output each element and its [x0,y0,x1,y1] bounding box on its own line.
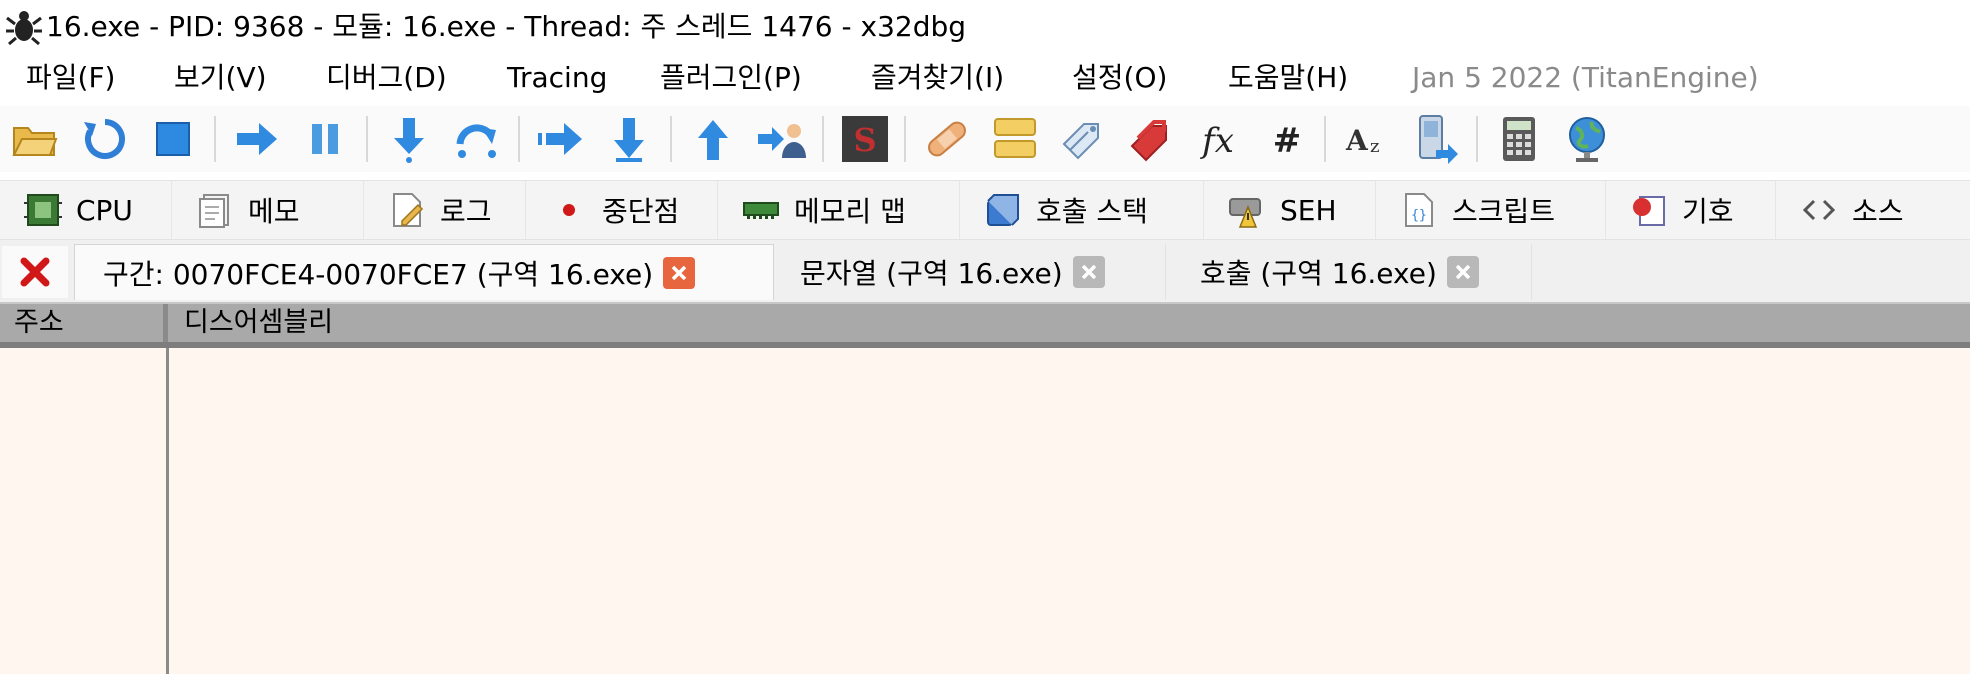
tab-log[interactable]: 로그 [364,181,526,239]
tab-symbols[interactable]: 기호 [1606,181,1776,239]
strings-icon[interactable]: A z [1342,114,1392,164]
execute-till-return-icon[interactable] [688,114,738,164]
tab-label: 호출 (구역 16.exe) [1200,257,1437,290]
globe-icon[interactable] [1562,114,1612,164]
seh-icon [1229,198,1261,228]
menu-plugins[interactable]: 플러그인(P) [660,58,802,98]
log-icon [393,193,424,227]
call-stack-icon [987,194,1019,226]
tab-label: 문자열 (구역 16.exe) [800,257,1063,290]
build-info: Jan 5 2022 (TitanEngine) [1412,61,1759,94]
menu-favourites[interactable]: 즐겨찾기(I) [871,58,1004,98]
tab-label: CPU [76,193,133,227]
svg-text:z: z [1370,136,1379,157]
script-icon: {} [1405,193,1433,227]
column-header-disassembly[interactable]: 디스어셈블리 [170,304,1970,342]
tab-label: 기호 [1682,195,1734,228]
tab-close-button[interactable] [1072,256,1105,288]
menu-bar: 파일(F) 보기(V) 디버그(D) Tracing 플러그인(P) 즐겨찾기(… [0,56,1970,102]
tab-call-stack[interactable]: 호출 스택 [960,181,1204,239]
svg-text:A: A [1345,124,1369,157]
tab-notes[interactable]: 메모 [172,181,364,239]
step-into-icon[interactable] [384,114,434,164]
bookmark-icon[interactable] [1126,114,1176,164]
tab-label: 메모리 맵 [794,195,906,228]
step-over-icon[interactable] [452,114,502,164]
tab-script[interactable]: {} 스크립트 [1376,181,1606,239]
close-icon [20,257,50,287]
tab-region-dump[interactable]: 구간: 0070FCE4-0070FCE7 (구역 16.exe) [74,244,774,300]
notes-icon [199,194,229,228]
svg-text:S: S [853,121,876,159]
calculator-icon[interactable] [1494,114,1544,164]
window-title: 16.exe - PID: 9368 - 모듈: 16.exe - Thread… [46,10,967,43]
comment-icon[interactable] [990,114,1040,164]
trace-over-icon[interactable] [604,114,654,164]
tab-cpu[interactable]: CPU [0,181,172,239]
label-icon[interactable] [1058,114,1108,164]
tab-label: 중단점 [602,195,680,228]
device-icon[interactable] [1410,114,1460,164]
pause-icon[interactable] [300,114,350,164]
svg-text:#: # [1273,121,1302,161]
close-icon [1455,264,1471,280]
close-icon [1081,264,1096,280]
table-header: 주소 디스어셈블리 [0,304,1970,348]
tab-strings[interactable]: 문자열 (구역 16.exe) [774,244,1166,300]
tab-seh[interactable]: SEH [1204,181,1376,239]
menu-help[interactable]: 도움말(H) [1228,58,1348,98]
menu-debug[interactable]: 디버그(D) [326,58,447,98]
menu-options[interactable]: 설정(O) [1072,58,1167,98]
svg-text:{}: {} [1411,208,1427,223]
source-icon [1802,199,1836,221]
breakpoint-icon [563,204,575,216]
restart-icon[interactable] [80,114,130,164]
bug-icon [6,11,42,46]
open-icon[interactable] [10,114,60,164]
title-bar: 16.exe - PID: 9368 - 모듈: 16.exe - Thread… [0,0,1970,54]
toolbar: S fx # A z [0,106,1970,172]
disassembly-table[interactable]: 주소 디스어셈블리 [0,304,1970,674]
menu-view[interactable]: 보기(V) [174,58,267,98]
tab-label: 메모 [248,195,300,228]
close-all-tabs-button[interactable] [2,246,68,298]
tab-source[interactable]: 소스 [1776,181,1970,239]
tab-breakpoints[interactable]: 중단점 [526,181,718,239]
column-divider[interactable] [166,348,169,674]
tab-label: 스크립트 [1452,195,1556,228]
column-header-address[interactable]: 주소 [0,304,168,342]
tab-label: SEH [1280,193,1337,227]
tab-close-button[interactable] [663,256,696,289]
stop-icon[interactable] [148,114,198,164]
view-tab-bar: CPU 메모 로그 중단점 메모리 맵 호출 스택 SEH {} 스크립트 기호… [0,180,1970,240]
symbols-icon [1633,196,1665,226]
tab-label: 호출 스택 [1036,195,1148,228]
run-icon[interactable] [232,114,282,164]
trace-into-icon[interactable] [536,114,586,164]
tab-calls[interactable]: 호출 (구역 16.exe) [1166,244,1532,300]
menu-tracing[interactable]: Tracing [507,58,607,98]
patch-icon[interactable] [922,114,972,164]
tab-label: 구간: 0070FCE4-0070FCE7 (구역 16.exe) [103,257,654,291]
document-tab-bar: 구간: 0070FCE4-0070FCE7 (구역 16.exe) 문자열 (구… [0,240,1970,304]
run-to-user-code-icon[interactable] [756,114,806,164]
hash-icon[interactable]: # [1262,114,1312,164]
scylla-icon[interactable]: S [840,114,890,164]
svg-text:fx: fx [1199,121,1234,161]
tab-label: 로그 [440,195,492,228]
tab-memory-map[interactable]: 메모리 맵 [718,181,960,239]
memory-map-icon [743,202,779,219]
tab-close-button[interactable] [1446,256,1479,288]
tab-label: 소스 [1852,195,1904,228]
menu-file[interactable]: 파일(F) [26,58,115,98]
function-icon[interactable]: fx [1194,114,1244,164]
close-icon [671,265,687,280]
cpu-icon [24,194,62,226]
